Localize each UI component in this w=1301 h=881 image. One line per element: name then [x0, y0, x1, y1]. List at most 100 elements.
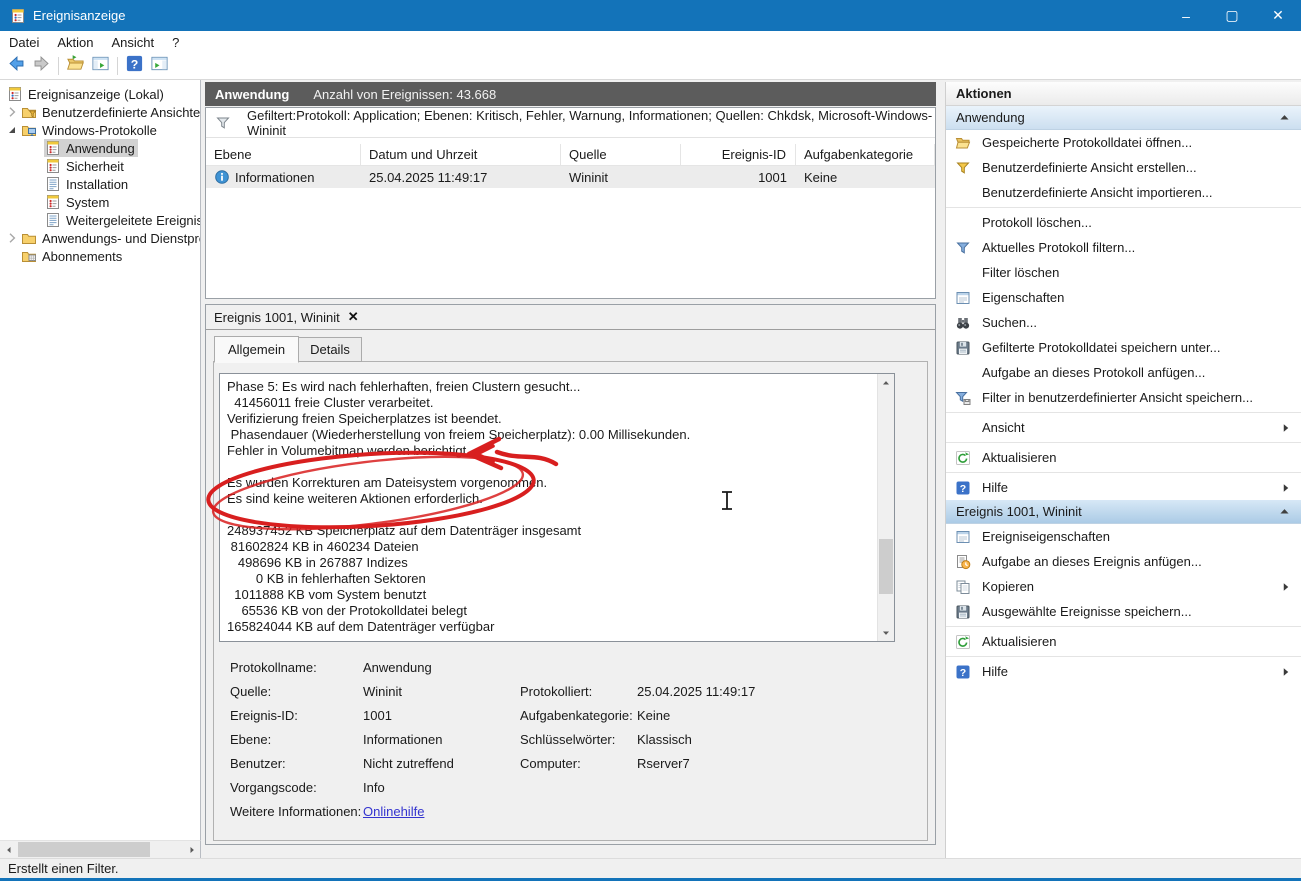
menu-item-0[interactable]: Datei — [0, 33, 48, 52]
tree-item-label: Benutzerdefinierte Ansichter — [42, 105, 201, 120]
action-kopieren[interactable]: Kopieren — [946, 574, 1301, 599]
tree-item-ereignisanzeige-lokal-[interactable]: Ereignisanzeige (Lokal) — [0, 85, 200, 103]
column-header-0[interactable]: Ebene — [206, 144, 361, 165]
action-eigenschaften[interactable]: Eigenschaften — [946, 285, 1301, 310]
menu-item-1[interactable]: Aktion — [48, 33, 102, 52]
close-button[interactable]: ✕ — [1255, 0, 1301, 31]
column-header-2[interactable]: Quelle — [561, 144, 681, 165]
scroll-down-arrow[interactable] — [878, 624, 894, 641]
event-viewer-window: Ereignisanzeige – ▢ ✕ DateiAktionAnsicht… — [0, 0, 1301, 881]
scrollbar-thumb[interactable] — [18, 842, 150, 857]
cell-datum: 25.04.2025 11:49:17 — [361, 170, 561, 185]
expander-expanded-icon[interactable] — [4, 122, 20, 138]
expander-collapsed-icon[interactable] — [4, 104, 20, 120]
tree-item-anwendung[interactable]: Anwendung — [0, 139, 200, 157]
property-label: Aufgabenkategorie: — [520, 708, 637, 723]
action-benutzerdefinierte-ansicht-importieren[interactable]: Benutzerdefinierte Ansicht importieren..… — [946, 180, 1301, 205]
filter-banner[interactable]: Gefiltert:Protokoll: Application; Ebenen… — [206, 108, 935, 138]
tab-details[interactable]: Details — [298, 337, 362, 362]
event-list: Gefiltert:Protokoll: Application; Ebenen… — [205, 107, 936, 299]
action-aufgabe-an-dieses-protokoll-anfügen[interactable]: Aufgabe an dieses Protokoll anfügen... — [946, 360, 1301, 385]
action-pane-button[interactable] — [147, 55, 172, 77]
cell-ereignis-id: 1001 — [681, 170, 796, 185]
menu-item-3[interactable]: ? — [163, 33, 188, 52]
action-filter-löschen[interactable]: Filter löschen — [946, 260, 1301, 285]
back-button[interactable] — [4, 55, 29, 77]
action-label: Hilfe — [982, 664, 1008, 679]
tree-item-windows-protokolle[interactable]: Windows-Protokolle — [0, 121, 200, 139]
action-label: Filter in benutzerdefinierter Ansicht sp… — [982, 390, 1253, 405]
folder-icon — [21, 230, 37, 246]
event-row[interactable]: Informationen25.04.2025 11:49:17Wininit1… — [206, 166, 935, 188]
column-header-1[interactable]: Datum und Uhrzeit — [361, 144, 561, 165]
menu-item-2[interactable]: Ansicht — [103, 33, 164, 52]
maximize-button[interactable]: ▢ — [1209, 0, 1255, 31]
console-tree: Ereignisanzeige (Lokal) Benutzerdefiniert… — [0, 80, 201, 840]
open-saved-log-button[interactable] — [63, 55, 88, 77]
online-help-link[interactable]: Onlinehilfe — [363, 804, 424, 819]
toolbar-separator — [58, 57, 59, 75]
column-header-4[interactable]: Aufgabenkategorie — [796, 144, 935, 165]
scrollbar-thumb[interactable] — [879, 539, 893, 594]
tree-item-anwendungs-und-dienstpro[interactable]: Anwendungs- und Dienstpro — [0, 229, 200, 247]
console-tree-button[interactable] — [88, 55, 113, 77]
window-title: Ereignisanzeige — [33, 8, 126, 23]
tree-horizontal-scrollbar[interactable] — [0, 840, 201, 858]
action-benutzerdefinierte-ansicht-erstellen[interactable]: Benutzerdefinierte Ansicht erstellen... — [946, 155, 1301, 180]
expander-collapsed-icon[interactable] — [4, 230, 20, 246]
action-gespeicherte-protokolldatei-öffnen[interactable]: Gespeicherte Protokolldatei öffnen... — [946, 130, 1301, 155]
action-aktualisieren[interactable]: Aktualisieren — [946, 445, 1301, 470]
help-toolbar-button[interactable]: ? — [122, 55, 147, 77]
tree-item-benutzerdefinierte-ansichter[interactable]: Benutzerdefinierte Ansichter — [0, 103, 200, 121]
action-filter-in-benutzerdefinierter-ansicht-speichern[interactable]: Filter in benutzerdefinierter Ansicht sp… — [946, 385, 1301, 410]
scroll-left-arrow[interactable] — [0, 841, 17, 858]
action-protokoll-löschen[interactable]: Protokoll löschen... — [946, 210, 1301, 235]
action-label: Ereigniseigenschaften — [982, 529, 1110, 544]
tree-item-installation[interactable]: Installation — [0, 175, 200, 193]
detail-title: Ereignis 1001, Wininit — [214, 310, 340, 325]
action-suchen[interactable]: Suchen... — [946, 310, 1301, 335]
submenu-arrow-icon — [1280, 422, 1292, 434]
action-hilfe[interactable]: ?Hilfe — [946, 475, 1301, 500]
message-vertical-scrollbar[interactable] — [877, 374, 894, 641]
action-label: Aktualisieren — [982, 450, 1056, 465]
action-label: Hilfe — [982, 480, 1008, 495]
property-value: Anwendung — [363, 660, 520, 675]
tree-item-abonnements[interactable]: Abonnements — [0, 247, 200, 265]
help-icon: ? — [955, 664, 971, 680]
tree-item-sicherheit[interactable]: Sicherheit — [0, 157, 200, 175]
console-tree-icon — [91, 54, 110, 78]
icon-placeholder — [955, 215, 971, 231]
action-ausgewählte-ereignisse-speichern[interactable]: Ausgewählte Ereignisse speichern... — [946, 599, 1301, 624]
action-ansicht[interactable]: Ansicht — [946, 415, 1301, 440]
filter-text: Gefiltert:Protokoll: Application; Ebenen… — [247, 108, 935, 138]
actions-section-header-0[interactable]: Anwendung — [946, 106, 1301, 130]
log-color-icon — [45, 158, 61, 174]
event-message-box[interactable]: Phase 5: Es wird nach fehlerhaften, frei… — [219, 373, 895, 642]
action-hilfe[interactable]: ? Hilfe — [946, 659, 1301, 684]
scroll-right-arrow[interactable] — [183, 841, 200, 858]
actions-separator — [946, 626, 1301, 627]
detail-close-icon[interactable]: ✕ — [348, 309, 359, 325]
minimize-button[interactable]: – — [1163, 0, 1209, 31]
action-aufgabe-an-dieses-ereignis-anfügen[interactable]: Aufgabe an dieses Ereignis anfügen... — [946, 549, 1301, 574]
action-label: Benutzerdefinierte Ansicht importieren..… — [982, 185, 1213, 200]
action-label: Gespeicherte Protokolldatei öffnen... — [982, 135, 1192, 150]
tree-item-system[interactable]: System — [0, 193, 200, 211]
tab-allgemein[interactable]: Allgemein — [214, 336, 299, 363]
property-row-6: Weitere Informationen:Onlinehilfe — [220, 799, 921, 823]
action-gefilterte-protokolldatei-speichern-unter[interactable]: Gefilterte Protokolldatei speichern unte… — [946, 335, 1301, 360]
tree-item-label: Sicherheit — [66, 159, 124, 174]
tree-item-weitergeleitete-ereignisse[interactable]: Weitergeleitete Ereignisse — [0, 211, 200, 229]
forward-button[interactable] — [29, 55, 54, 77]
app-icon — [10, 8, 26, 24]
actions-section-header-1[interactable]: Ereignis 1001, Wininit — [946, 500, 1301, 524]
action-aktualisieren[interactable]: Aktualisieren — [946, 629, 1301, 654]
property-value: Keine — [637, 708, 921, 723]
action-ereigniseigenschaften[interactable]: Ereigniseigenschaften — [946, 524, 1301, 549]
actions-section-title: Anwendung — [956, 110, 1025, 125]
icon-placeholder — [955, 185, 971, 201]
action-aktuelles-protokoll-filtern[interactable]: Aktuelles Protokoll filtern... — [946, 235, 1301, 260]
column-header-3[interactable]: Ereignis-ID — [681, 144, 796, 165]
scroll-up-arrow[interactable] — [878, 374, 894, 391]
